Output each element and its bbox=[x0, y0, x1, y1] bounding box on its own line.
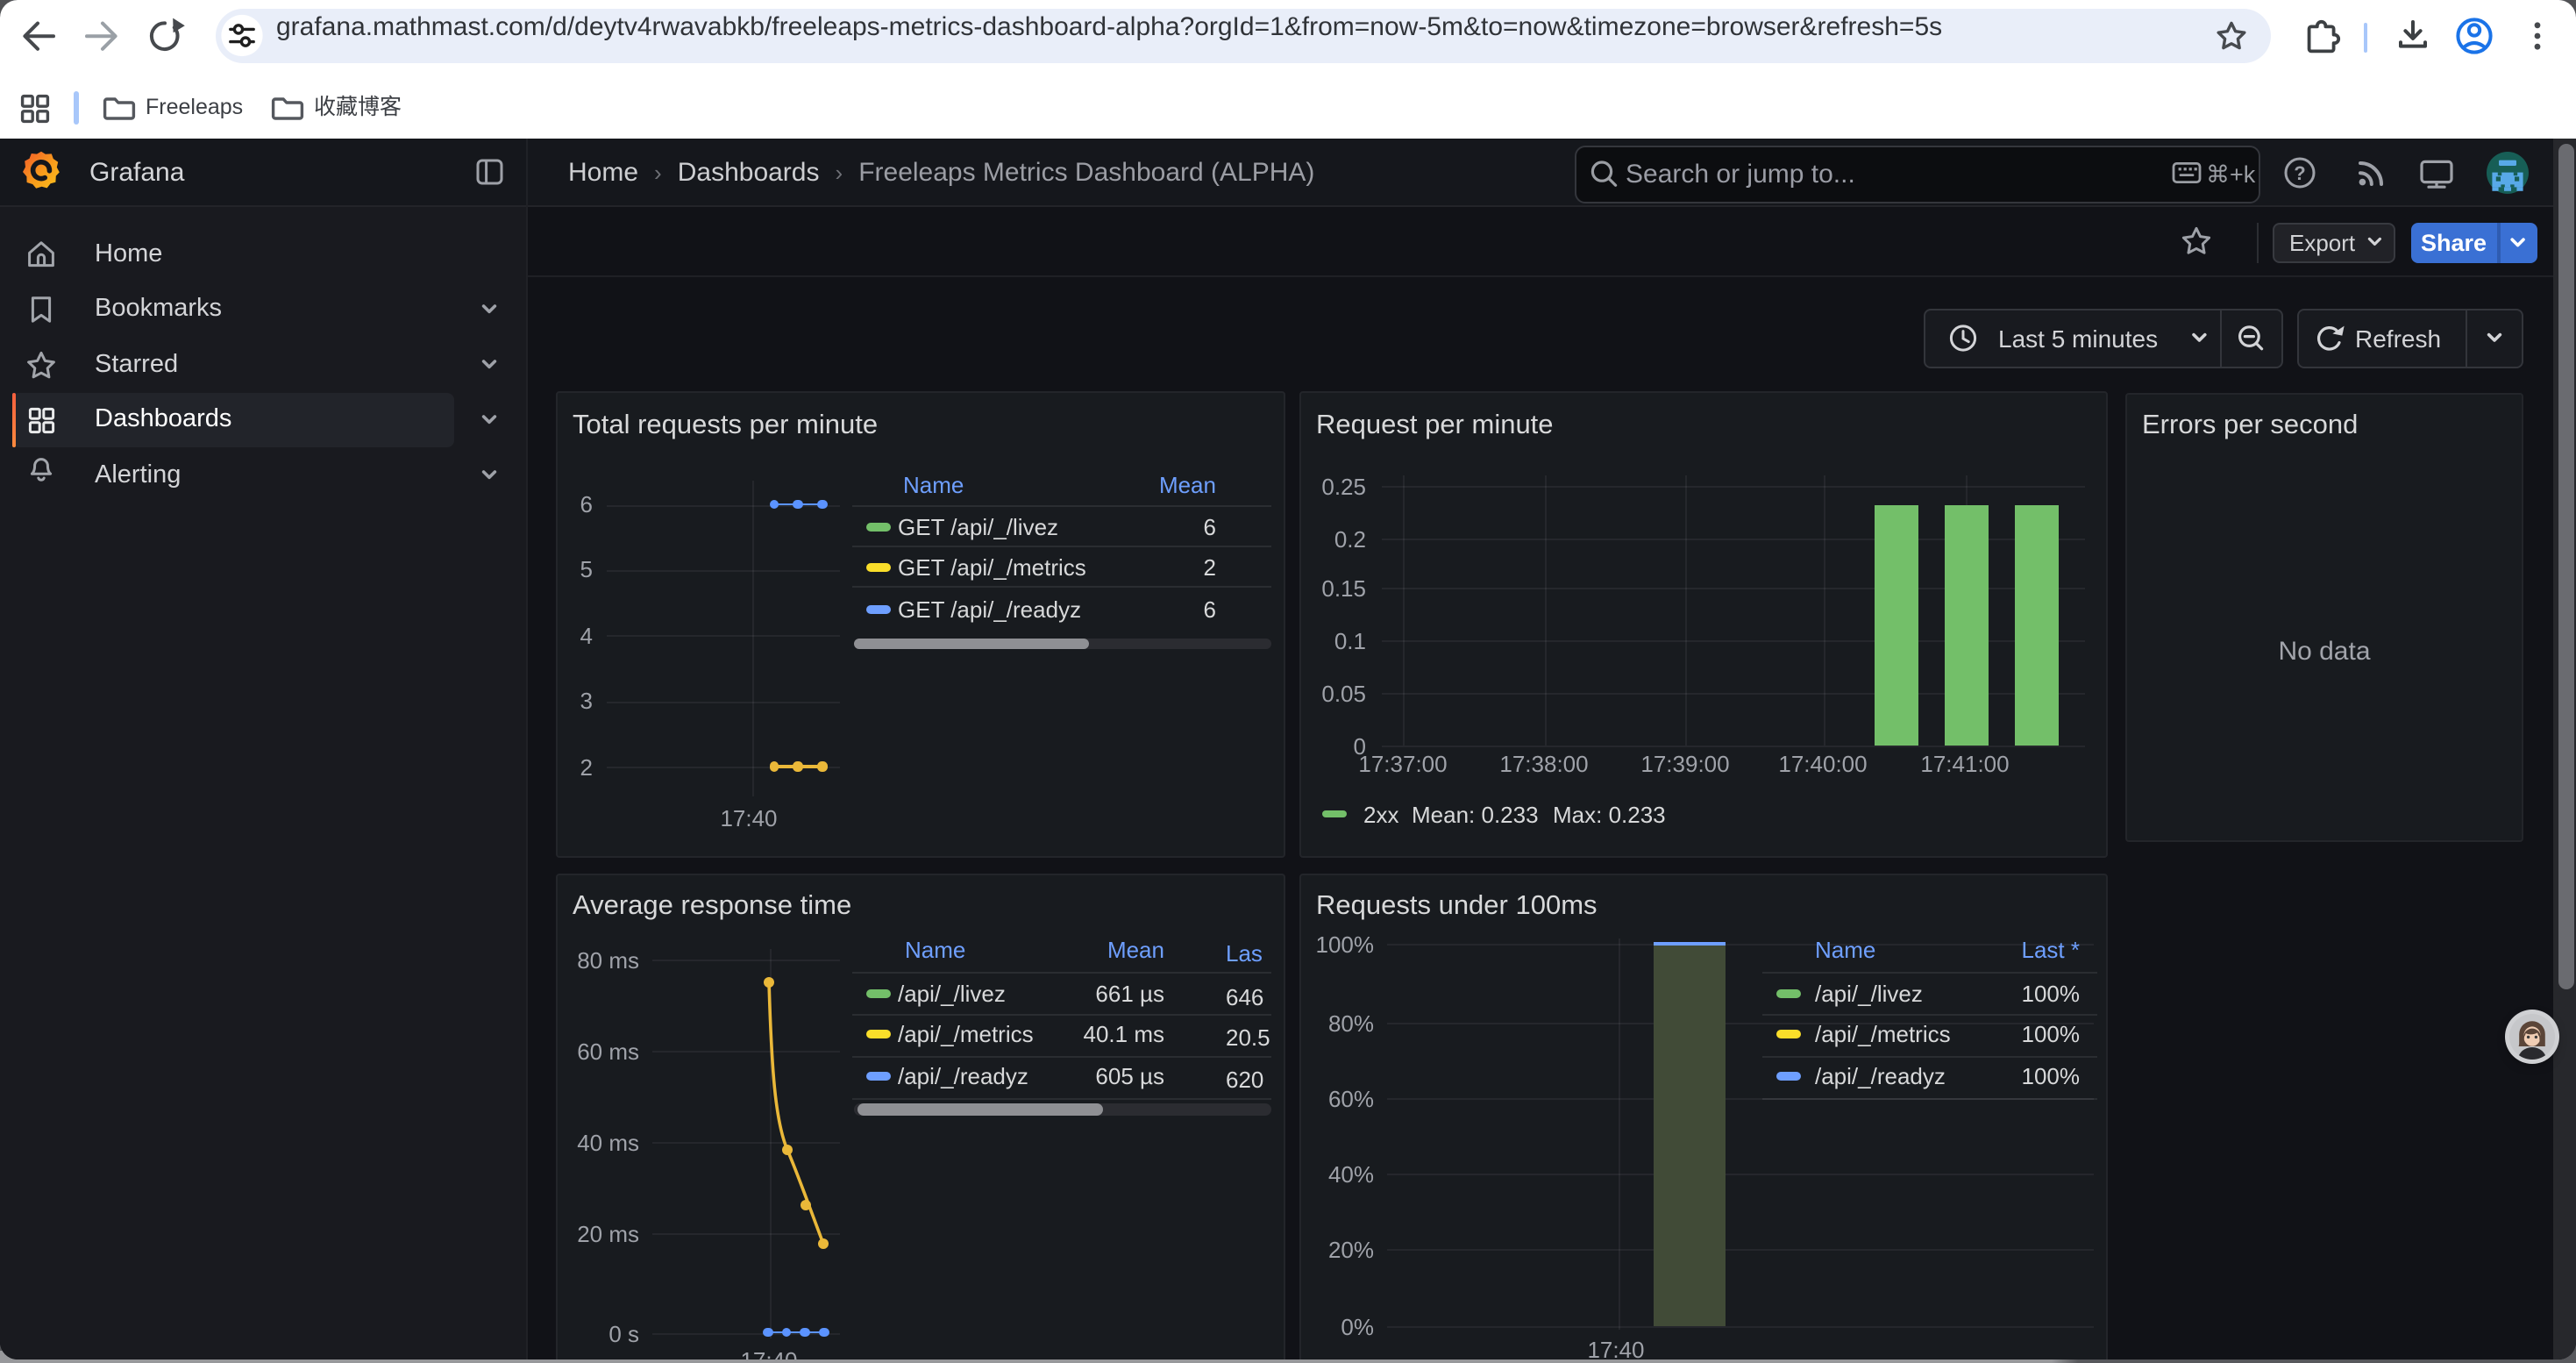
svg-text:?: ? bbox=[2294, 162, 2305, 184]
